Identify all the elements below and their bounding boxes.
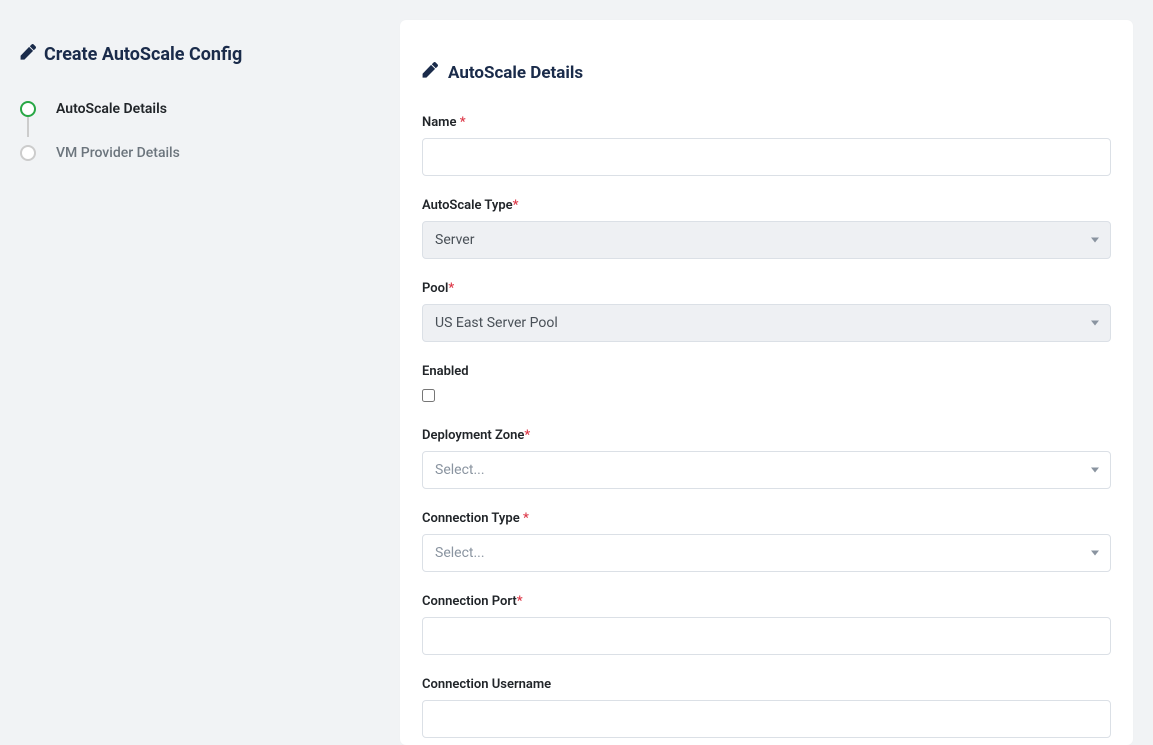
required-asterisk: * <box>524 428 530 443</box>
pool-label: Pool* <box>422 281 1111 296</box>
edit-icon <box>422 62 438 83</box>
required-asterisk: * <box>460 115 466 130</box>
deployment-zone-label: Deployment Zone* <box>422 428 1111 443</box>
name-label: Name * <box>422 115 1111 130</box>
connection-username-input[interactable] <box>422 700 1111 738</box>
wizard-steps: AutoScale Details VM Provider Details <box>20 101 380 161</box>
required-asterisk: * <box>448 281 454 296</box>
connection-type-label: Connection Type * <box>422 511 1111 526</box>
step-indicator-icon <box>20 145 36 161</box>
pool-select[interactable]: US East Server Pool <box>422 304 1111 342</box>
enabled-label: Enabled <box>422 364 1111 379</box>
field-connection-username: Connection Username <box>422 677 1111 738</box>
autoscale-type-label: AutoScale Type* <box>422 198 1111 213</box>
panel-title: AutoScale Details <box>422 62 1111 83</box>
name-input[interactable] <box>422 138 1111 176</box>
step-connector <box>27 117 29 137</box>
field-enabled: Enabled <box>422 364 1111 406</box>
step-vm-provider-details[interactable]: VM Provider Details <box>20 145 380 161</box>
select-placeholder: Select... <box>422 451 1111 489</box>
required-asterisk: * <box>523 511 529 526</box>
connection-username-label: Connection Username <box>422 677 1111 692</box>
step-label: AutoScale Details <box>56 101 167 117</box>
select-placeholder: Select... <box>422 534 1111 572</box>
connection-port-input[interactable] <box>422 617 1111 655</box>
step-indicator-icon <box>20 101 36 117</box>
wizard-sidebar: Create AutoScale Config AutoScale Detail… <box>0 0 400 745</box>
step-autoscale-details[interactable]: AutoScale Details <box>20 101 380 145</box>
field-name: Name * <box>422 115 1111 176</box>
form-panel: AutoScale Details Name * AutoScale Type*… <box>400 20 1133 745</box>
field-autoscale-type: AutoScale Type* Server <box>422 198 1111 259</box>
select-value: US East Server Pool <box>422 304 1111 342</box>
required-asterisk: * <box>517 594 523 609</box>
field-connection-port: Connection Port* <box>422 594 1111 655</box>
step-label: VM Provider Details <box>56 145 180 161</box>
enabled-checkbox[interactable] <box>422 389 435 402</box>
connection-type-select[interactable]: Select... <box>422 534 1111 572</box>
connection-port-label: Connection Port* <box>422 594 1111 609</box>
select-value: Server <box>422 221 1111 259</box>
field-pool: Pool* US East Server Pool <box>422 281 1111 342</box>
edit-icon <box>20 44 36 65</box>
deployment-zone-select[interactable]: Select... <box>422 451 1111 489</box>
page-title: Create AutoScale Config <box>20 44 380 65</box>
panel-title-text: AutoScale Details <box>448 63 583 83</box>
field-connection-type: Connection Type * Select... <box>422 511 1111 572</box>
autoscale-type-select[interactable]: Server <box>422 221 1111 259</box>
field-deployment-zone: Deployment Zone* Select... <box>422 428 1111 489</box>
required-asterisk: * <box>513 198 519 213</box>
page-title-text: Create AutoScale Config <box>44 44 242 65</box>
